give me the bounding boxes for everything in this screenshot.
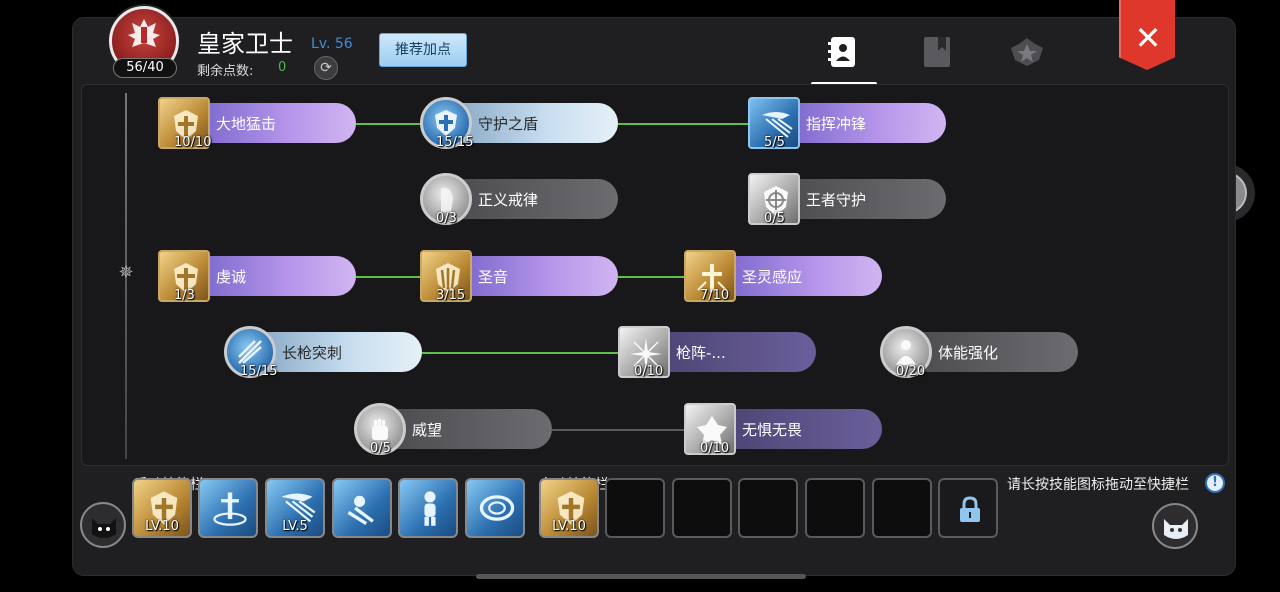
auto-skill-slot[interactable]: [738, 478, 798, 538]
skill-name: 大地猛击: [216, 115, 277, 133]
home-indicator[interactable]: [476, 574, 806, 579]
skill-level: 7/10: [700, 288, 730, 303]
refresh-icon: ⟳: [320, 60, 332, 76]
skill-node[interactable]: 大地猛击 10/10: [158, 97, 356, 150]
auto-skill-slot[interactable]: [672, 478, 732, 538]
connector-line: [356, 123, 426, 125]
manual-skill-slot[interactable]: [198, 478, 258, 538]
info-icon[interactable]: !: [1205, 473, 1225, 493]
rank-emblem-icon: [1011, 38, 1043, 66]
body-stance-icon: [424, 491, 436, 526]
drag-hint-text: 请长按技能图标拖动至快捷栏: [1007, 477, 1189, 493]
tab-codex[interactable]: [907, 30, 967, 80]
game-screen: 56/40 皇家卫士 Lv. 56 剩余点数: 0 ⟳ 推荐加点 ✕ ✵ 大地猛…: [0, 0, 1280, 592]
sword-burst-icon: [213, 492, 247, 526]
pet-avatar-left[interactable]: [80, 502, 126, 548]
skill-level: 15/15: [436, 135, 474, 150]
auto-skill-slot-locked[interactable]: [938, 478, 998, 538]
remaining-points-value: 0: [278, 60, 287, 75]
emblem-count-badge: 56/40: [113, 58, 177, 78]
skill-level: 0/10: [634, 364, 664, 379]
skill-level: 10/10: [174, 135, 212, 150]
skill-name: 圣音: [478, 268, 509, 286]
skill-node[interactable]: 虔诚 1/3: [158, 250, 356, 303]
skill-book-icon: [828, 37, 855, 67]
dash-icon: [347, 495, 374, 525]
book-icon: [924, 37, 950, 67]
skill-level: 0/20: [896, 364, 926, 379]
pet-avatar-right[interactable]: [1152, 503, 1198, 549]
slot-level: LV.10: [145, 519, 179, 534]
skill-node[interactable]: 枪阵-... 0/10: [618, 326, 816, 379]
class-level: Lv. 56: [311, 36, 353, 52]
skill-node[interactable]: 威望 0/5: [354, 403, 552, 456]
skill-window-header: 56/40 皇家卫士 Lv. 56 剩余点数: 0 ⟳ 推荐加点 ✕: [73, 0, 1235, 86]
manual-skill-slot[interactable]: LV.5: [265, 478, 325, 538]
skill-name: 王者守护: [806, 191, 867, 209]
skill-level: 0/5: [764, 211, 785, 226]
skill-node[interactable]: 王者守护 0/5: [748, 173, 946, 226]
skill-node[interactable]: 圣灵感应 7/10: [684, 250, 882, 303]
skill-level: 3/15: [436, 288, 466, 303]
skill-level: 0/3: [436, 211, 457, 226]
cat-face-icon: [92, 518, 116, 538]
skill-name: 正义戒律: [478, 191, 539, 209]
auto-skill-slot[interactable]: [805, 478, 865, 538]
skill-name: 守护之盾: [478, 115, 539, 133]
tab-skills[interactable]: [811, 30, 877, 86]
skill-name: 圣灵感应: [742, 268, 803, 286]
skill-name: 长枪突刺: [282, 344, 343, 362]
skill-level: 15/15: [240, 364, 278, 379]
skill-level: 0/10: [700, 441, 730, 456]
connector-line: [552, 429, 686, 431]
skill-node[interactable]: 体能强化 0/20: [880, 326, 1078, 379]
auto-skill-slot[interactable]: [605, 478, 665, 538]
skill-tree-panel: ✵ 大地猛击 10/10 守护之盾 15/15 指挥冲锋 5/5 正义戒律 0/…: [81, 84, 1229, 466]
connector-line: [618, 276, 686, 278]
auto-skill-slot[interactable]: [872, 478, 932, 538]
skill-name: 体能强化: [938, 344, 999, 362]
close-button[interactable]: ✕: [1119, 0, 1175, 70]
skill-name: 威望: [412, 421, 443, 439]
connector-line: [618, 123, 752, 125]
slot-level: LV.5: [282, 519, 308, 534]
whirl-icon: [479, 495, 515, 521]
skill-node[interactable]: 指挥冲锋 5/5: [748, 97, 946, 150]
skill-node[interactable]: 圣音 3/15: [420, 250, 618, 303]
manual-skill-slot[interactable]: [398, 478, 458, 538]
skill-level: 0/5: [370, 441, 391, 456]
manual-skill-slot[interactable]: LV.10: [132, 478, 192, 538]
skill-name: 枪阵-...: [676, 344, 726, 362]
axis-ornament-icon: ✵: [118, 262, 134, 283]
connector-line: [356, 276, 426, 278]
white-cat-icon: [1164, 519, 1188, 539]
remaining-points-label: 剩余点数:: [197, 64, 254, 79]
skill-node[interactable]: 正义戒律 0/3: [420, 173, 618, 226]
auto-skill-slot[interactable]: LV.10: [539, 478, 599, 538]
recommend-points-button[interactable]: 推荐加点: [379, 33, 467, 67]
connector-line: [422, 352, 622, 354]
manual-skill-slot[interactable]: [465, 478, 525, 538]
reset-points-button[interactable]: ⟳: [314, 56, 338, 80]
skill-node[interactable]: 长枪突刺 15/15: [224, 326, 422, 379]
skill-node[interactable]: 守护之盾 15/15: [420, 97, 618, 150]
skill-name: 指挥冲锋: [806, 115, 867, 133]
class-name: 皇家卫士: [197, 30, 293, 58]
manual-skill-slot[interactable]: [332, 478, 392, 538]
skill-node[interactable]: 无惧无畏 0/10: [684, 403, 882, 456]
skill-name: 无惧无畏: [742, 421, 803, 439]
lock-icon: [960, 496, 980, 522]
slot-level: LV.10: [552, 519, 586, 534]
skill-name: 虔诚: [216, 268, 247, 286]
skill-level: 1/3: [174, 288, 195, 303]
tab-rank[interactable]: [997, 30, 1057, 80]
skill-level: 5/5: [764, 135, 785, 150]
